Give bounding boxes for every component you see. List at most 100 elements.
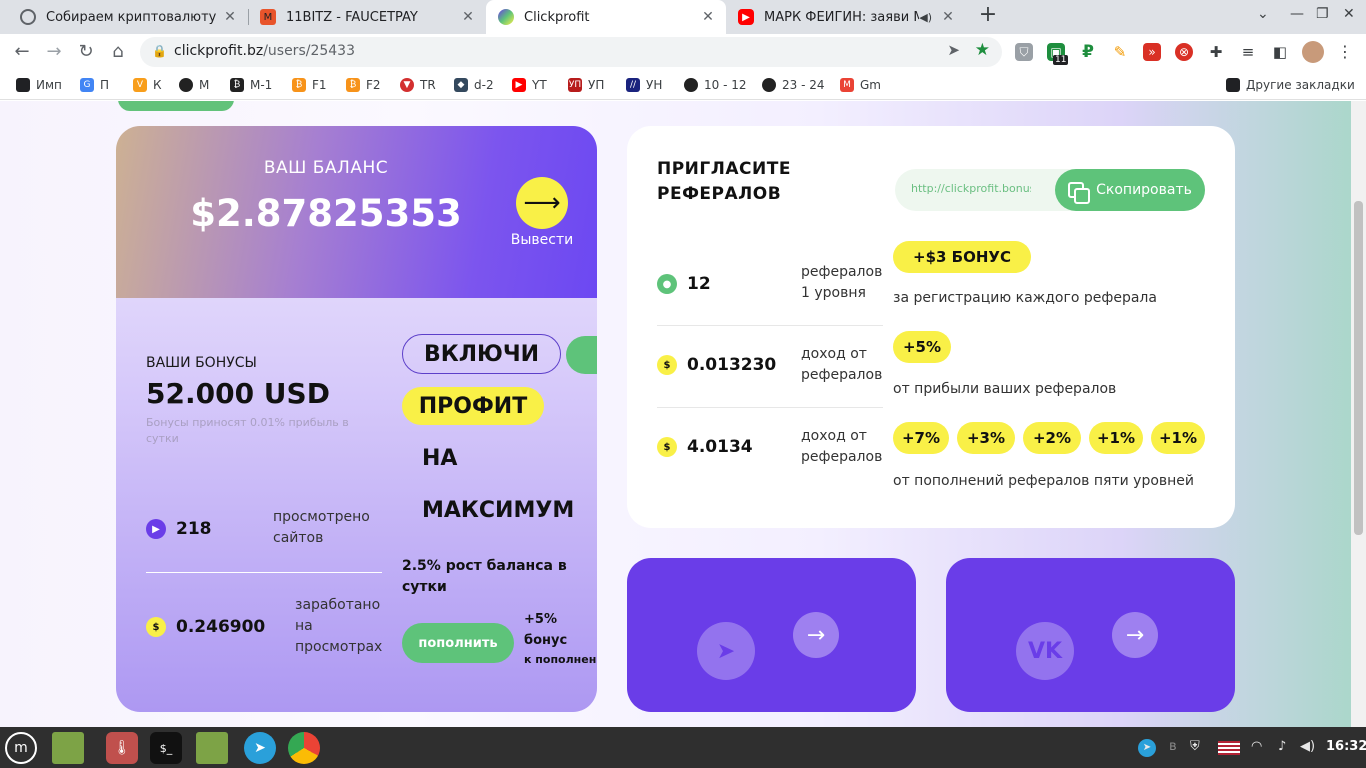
withdraw-label[interactable]: Вывести [496, 232, 588, 248]
stat-label: заработано на просмотрах [295, 597, 383, 655]
home-icon[interactable]: ⌂ [104, 38, 132, 66]
top-green-button[interactable] [118, 101, 234, 111]
bookmark-gm[interactable]: M Gm [840, 77, 881, 93]
volume-icon[interactable]: ◀) [1300, 739, 1315, 754]
topup-button[interactable]: пополнить [402, 623, 514, 663]
us-flag-icon[interactable] [1218, 741, 1240, 755]
level-badge-5: +1% [1151, 422, 1205, 454]
tab-title: Собираем криптовалюту [46, 9, 217, 25]
bookmark-un[interactable]: // УН [626, 77, 662, 93]
level-badge-4: +1% [1089, 422, 1143, 454]
url-text[interactable]: clickprofit.bz/users/25433 [174, 43, 355, 59]
close-icon[interactable]: ✕ [220, 9, 240, 25]
scrollbar-thumb[interactable] [1354, 201, 1363, 535]
telegram-card[interactable]: ➤ → [627, 558, 916, 712]
tab-11bitz[interactable]: M 11BITZ - FAUCETPAY ✕ [248, 0, 486, 34]
speaker-icon[interactable]: ◀) [919, 11, 932, 24]
tab-youtube[interactable]: ▶ МАРК ФЕЙГИН: заяви Ме ◀) ✕ [726, 0, 966, 34]
wifi-icon[interactable]: ◠ [1251, 739, 1262, 754]
back-icon[interactable]: ← [8, 38, 36, 66]
bluetooth-icon[interactable]: ʙ [1169, 739, 1177, 754]
reload-icon[interactable]: ↻ [72, 38, 100, 66]
thermometer-icon[interactable]: 🌡 [106, 732, 138, 764]
tab-strip: Собираем криптовалюту ✕ M 11BITZ - FAUCE… [0, 0, 1366, 34]
referral-link-text[interactable]: http://clickprofit.bonus [911, 182, 1031, 195]
bookmark-10-12[interactable]: 10 - 12 [684, 77, 747, 93]
bookmark-m[interactable]: М [179, 77, 209, 93]
bookmark-star-icon[interactable]: ★ [975, 40, 990, 60]
arrow-right-icon[interactable]: → [793, 612, 839, 658]
vk-card[interactable]: VK → [946, 558, 1235, 712]
arrow-right-icon[interactable]: → [1112, 612, 1158, 658]
music-icon[interactable]: ♪ [1278, 739, 1286, 754]
bookmark-label: УН [646, 78, 663, 92]
row-divider [657, 407, 883, 408]
files-folder-icon[interactable] [196, 732, 228, 764]
copy-button-label: Скопировать [1096, 182, 1192, 198]
side-panel-icon[interactable]: ◧ [1271, 43, 1289, 61]
mint-menu-icon[interactable]: m [5, 732, 37, 764]
page-scrollbar[interactable] [1351, 101, 1366, 727]
ruble-extension-icon[interactable]: ₽ [1079, 43, 1097, 61]
bookmark-f1[interactable]: ₿ F1 [292, 77, 327, 93]
chrome-app-icon[interactable] [288, 732, 320, 764]
bookmark-23-24[interactable]: 23 - 24 [762, 77, 825, 93]
send-icon[interactable]: ➤ [947, 41, 960, 59]
bookmark-d2[interactable]: ◆ d-2 [454, 77, 494, 93]
telegram-app-icon[interactable]: ➤ [244, 732, 276, 764]
bookmark-tr[interactable]: ▼ TR [400, 77, 436, 93]
forward-icon[interactable]: → [40, 38, 68, 66]
minimize-icon[interactable]: — [1290, 6, 1304, 22]
extensions-puzzle-icon[interactable]: ✚ [1207, 43, 1225, 61]
block-extension-icon[interactable]: ⊗ [1175, 43, 1193, 61]
bookmark-imp[interactable]: Имп [16, 77, 62, 93]
bookmark-label: 23 - 24 [782, 78, 825, 92]
youtube-icon: ▶ [738, 9, 754, 25]
bookmark-m1[interactable]: ₿ М-1 [230, 77, 272, 93]
video-extension-icon[interactable]: » [1143, 43, 1161, 61]
bookmark-up[interactable]: УП УП [568, 77, 604, 93]
tab-crypto[interactable]: Собираем криптовалюту ✕ [8, 0, 248, 34]
new-tab-button[interactable]: + [976, 4, 1000, 28]
bonus-badge-3usd: +$3 БОНУС [893, 241, 1031, 273]
stat-value: 218 [176, 519, 212, 539]
shield-tray-icon[interactable]: ⛨ [1190, 739, 1200, 754]
topup-bonus: +5% бонус к пополнени [524, 609, 597, 669]
v-logo-icon: V [133, 78, 147, 92]
tab-clickprofit[interactable]: Clickprofit ✕ [486, 0, 726, 34]
withdraw-arrow-button[interactable]: ⟶ [516, 177, 568, 229]
close-icon[interactable]: ✕ [938, 9, 958, 25]
clock: 16:32 [1326, 739, 1366, 754]
files-folder-icon[interactable] [52, 732, 84, 764]
close-icon[interactable]: ✕ [458, 9, 478, 25]
un-logo-icon: // [626, 78, 640, 92]
stat-label: просмотрено сайтов [273, 509, 370, 546]
stat-value: 0.246900 [176, 617, 266, 637]
level-badge-2: +3% [957, 422, 1015, 454]
telegram-tray-icon[interactable]: ➤ [1138, 739, 1156, 757]
user-extension-icon[interactable]: ✎ [1111, 43, 1129, 61]
address-bar[interactable]: 🔒 clickprofit.bz/users/25433 ➤ ★ [140, 37, 1002, 67]
shield-extension-icon[interactable]: ⛉ [1015, 43, 1033, 61]
referral-topup-income: $ 4.0134 [657, 437, 753, 457]
close-window-icon[interactable]: ✕ [1343, 6, 1355, 22]
close-icon[interactable]: ✕ [698, 9, 718, 25]
tab-title: МАРК ФЕЙГИН: заяви Ме [764, 9, 920, 25]
level-badge-1: +7% [893, 422, 949, 454]
menu-kebab-icon[interactable]: ⋮ [1336, 43, 1354, 61]
row-divider [657, 325, 883, 326]
dollar-icon: $ [657, 437, 677, 457]
restore-icon[interactable]: ❐ [1316, 6, 1329, 22]
tab-search-icon[interactable]: ⌄ [1257, 6, 1269, 22]
terminal-icon[interactable]: $_ [150, 732, 182, 764]
copy-button[interactable]: Скопировать [1055, 169, 1205, 211]
extension-badge: 11 [1053, 55, 1069, 65]
profile-avatar[interactable] [1302, 41, 1324, 63]
bookmark-yt[interactable]: ▶ YT [512, 77, 547, 93]
bookmark-f2[interactable]: ₿ F2 [346, 77, 381, 93]
bookmark-p[interactable]: GП [80, 77, 109, 93]
bookmark-k[interactable]: VК [133, 77, 162, 93]
bonus-5pct-note: от прибыли ваших рефералов [893, 381, 1117, 397]
media-queue-icon[interactable]: ≡ [1239, 43, 1257, 61]
other-bookmarks[interactable]: Другие закладки [1226, 77, 1355, 93]
